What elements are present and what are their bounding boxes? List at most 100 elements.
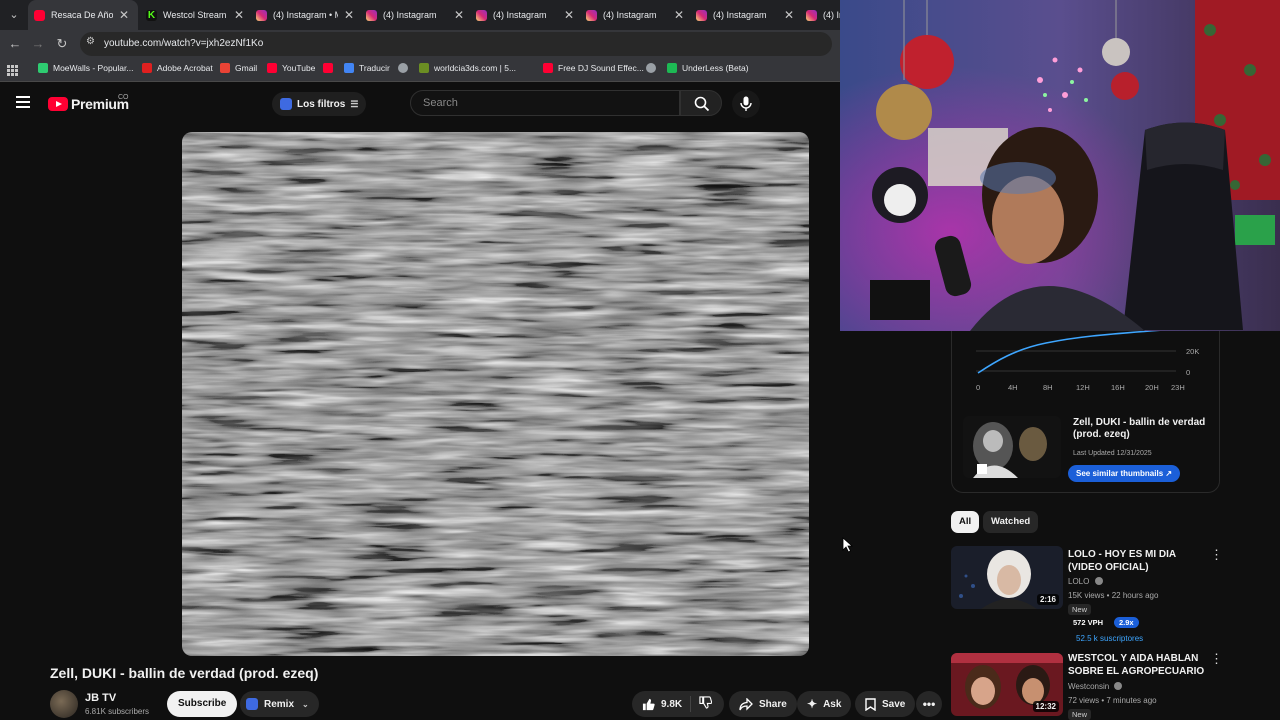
bookmark-youtube[interactable]: YouTube bbox=[267, 63, 315, 73]
search-input[interactable]: Search bbox=[410, 90, 680, 116]
channel-name[interactable]: JB TV bbox=[85, 692, 116, 704]
bookmark-label: Free DJ Sound Effec... bbox=[558, 63, 644, 73]
subscribe-button[interactable]: Subscribe bbox=[167, 691, 238, 717]
close-tab-icon[interactable]: ✕ bbox=[234, 8, 244, 22]
close-tab-icon[interactable]: ✕ bbox=[674, 8, 684, 22]
more-actions-button[interactable]: ••• bbox=[916, 691, 942, 717]
close-tab-icon[interactable]: ✕ bbox=[344, 8, 354, 22]
sparkle-icon: ✦ bbox=[807, 697, 818, 711]
x-tick: 20H bbox=[1145, 383, 1159, 392]
bookmark-traducir[interactable]: Traducir bbox=[344, 63, 390, 73]
like-count: 9.8K bbox=[661, 698, 683, 710]
tab-title: Westcol Stream - bbox=[163, 10, 228, 20]
youtube-premium-logo[interactable]: Premium bbox=[48, 96, 129, 112]
recommendation-channel[interactable]: Westconsin bbox=[1068, 682, 1123, 691]
browser-tab[interactable]: (4) Instagram ✕ bbox=[360, 0, 468, 30]
bookmark-globe[interactable] bbox=[398, 63, 413, 73]
remix-label: Remix bbox=[264, 698, 295, 710]
worldcia3ds-icon bbox=[419, 63, 429, 73]
close-tab-icon[interactable]: ✕ bbox=[784, 8, 794, 22]
youtube-icon bbox=[34, 9, 45, 21]
bookmark-globe-2[interactable] bbox=[646, 63, 661, 73]
remix-icon bbox=[246, 698, 258, 710]
browser-tab[interactable]: (4) In bbox=[800, 0, 840, 30]
channel-avatar[interactable] bbox=[50, 690, 78, 718]
recommendation-title[interactable]: LOLO - HOY ES MI DIA (VIDEO OFICIAL) bbox=[1068, 548, 1208, 574]
browser-tab[interactable]: (4) Instagram ✕ bbox=[690, 0, 798, 30]
url-text: youtube.com/watch?v=jxh2ezNf1Ko bbox=[104, 38, 264, 49]
like-button[interactable]: 9.8K bbox=[632, 696, 692, 712]
bookmark-label: Gmail bbox=[235, 63, 258, 73]
tab-title: (4) Instagram • M bbox=[273, 10, 338, 20]
save-button[interactable]: Save bbox=[855, 691, 916, 717]
channel-name: Westconsin bbox=[1068, 682, 1110, 691]
kick-icon: K bbox=[146, 9, 157, 21]
tab-search-dropdown-icon[interactable]: ⌄ bbox=[4, 5, 24, 25]
new-badge: New bbox=[1068, 604, 1092, 615]
recommendation-channel[interactable]: LOLO bbox=[1068, 577, 1103, 586]
chevron-down-icon: ⌄ bbox=[302, 699, 309, 709]
hamburger-menu-icon[interactable] bbox=[16, 96, 30, 108]
video-player[interactable] bbox=[182, 132, 809, 656]
bookmark-gmail[interactable]: Gmail bbox=[220, 63, 257, 73]
subscriber-count: 6.81K subscribers bbox=[85, 707, 150, 716]
back-icon[interactable]: ← bbox=[5, 34, 25, 54]
close-tab-icon[interactable]: ✕ bbox=[564, 8, 574, 22]
share-button[interactable]: Share bbox=[729, 691, 797, 717]
bookmark-icon bbox=[865, 697, 876, 711]
new-badge: New bbox=[1068, 709, 1092, 720]
gmail-icon bbox=[220, 63, 230, 73]
dislike-button[interactable] bbox=[691, 696, 713, 712]
youtube-play-icon bbox=[48, 97, 68, 111]
remix-button[interactable]: Remix ⌄ bbox=[240, 691, 319, 717]
apps-grid-icon[interactable] bbox=[7, 65, 18, 76]
filters-button[interactable]: Los filtros ☰ bbox=[272, 92, 367, 116]
thumbnail-preview[interactable] bbox=[963, 416, 1061, 478]
browser-tab[interactable]: K Westcol Stream - ✕ bbox=[140, 0, 248, 30]
webcam-feed-image bbox=[840, 0, 1280, 331]
more-vertical-icon[interactable]: ⋮ bbox=[1210, 547, 1223, 563]
browser-tab-bar: ⌄ Resaca De Año N ✕ K Westcol Stream - ✕… bbox=[0, 0, 840, 30]
bookmark-underless[interactable]: UnderLess (Beta) bbox=[667, 63, 749, 73]
chip-all[interactable]: All bbox=[951, 511, 980, 533]
site-settings-icon[interactable]: ⚙ bbox=[86, 36, 95, 47]
x-tick: 8H bbox=[1043, 383, 1053, 392]
bookmarks-bar: MoeWalls - Popular... Adobe Acrobat Gmai… bbox=[0, 58, 840, 82]
browser-tab[interactable]: (4) Instagram ✕ bbox=[470, 0, 578, 30]
address-bar[interactable]: ⚙ youtube.com/watch?v=jxh2ezNf1Ko bbox=[80, 32, 832, 56]
bookmark-free-dj-sound[interactable]: Free DJ Sound Effec... bbox=[543, 63, 644, 73]
tab-title: (4) Instagram bbox=[713, 10, 767, 20]
recommendation-thumbnail[interactable]: 2:16 bbox=[951, 546, 1063, 609]
chip-watched[interactable]: Watched bbox=[983, 511, 1039, 533]
share-label: Share bbox=[759, 698, 787, 710]
views-trend-line bbox=[977, 331, 1161, 374]
forward-icon[interactable]: → bbox=[28, 34, 48, 54]
globe-icon bbox=[646, 63, 656, 73]
instagram-icon bbox=[806, 9, 817, 21]
bookmark-worldcia3ds[interactable]: worldcia3ds.com | 5... bbox=[419, 63, 516, 73]
close-tab-icon[interactable]: ✕ bbox=[119, 8, 129, 22]
recommendation-title[interactable]: WESTCOL Y AIDA HABLAN SOBRE EL AGROPECUA… bbox=[1068, 652, 1208, 678]
youtube-header: Premium CO Los filtros ☰ Search bbox=[0, 82, 840, 126]
bookmark-moewalls[interactable]: MoeWalls - Popular... bbox=[38, 63, 133, 73]
moewalls-icon bbox=[38, 63, 48, 73]
x-tick: 0 bbox=[976, 383, 981, 392]
more-vertical-icon[interactable]: ⋮ bbox=[1210, 651, 1223, 667]
reload-icon[interactable]: ↻ bbox=[52, 34, 72, 54]
recommendation-meta: 72 views • 7 minutes ago bbox=[1068, 696, 1157, 705]
see-similar-thumbnails-button[interactable]: See similar thumbnails ↗ bbox=[1068, 465, 1181, 482]
browser-tab[interactable]: Resaca De Año N ✕ bbox=[28, 0, 138, 30]
voice-search-button[interactable] bbox=[732, 90, 760, 118]
tab-title: (4) Instagram bbox=[603, 10, 657, 20]
bookmark-youtube-2[interactable] bbox=[323, 63, 338, 73]
browser-tab[interactable]: (4) Instagram ✕ bbox=[580, 0, 688, 30]
filters-label: Los filtros bbox=[297, 98, 346, 110]
bookmark-adobe-acrobat[interactable]: Adobe Acrobat bbox=[142, 63, 213, 73]
close-tab-icon[interactable]: ✕ bbox=[454, 8, 464, 22]
recommendation-thumbnail[interactable]: 12:32 bbox=[951, 653, 1063, 716]
ask-label: Ask bbox=[823, 698, 842, 710]
ask-button[interactable]: ✦ Ask bbox=[797, 691, 852, 717]
browser-tab[interactable]: (4) Instagram • M ✕ bbox=[250, 0, 358, 30]
x-tick: 23H bbox=[1171, 383, 1185, 392]
search-button[interactable] bbox=[680, 90, 722, 116]
